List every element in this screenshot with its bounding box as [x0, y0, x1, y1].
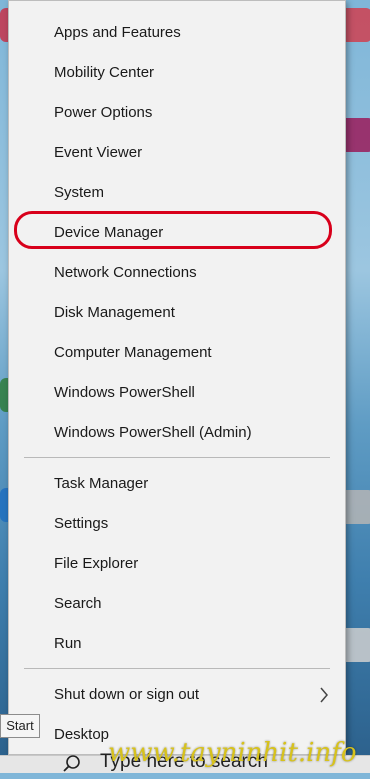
menu-item-network-connections[interactable]: Network Connections	[9, 253, 345, 293]
winx-context-menu: Apps and Features Mobility Center Power …	[8, 0, 346, 755]
menu-item-run[interactable]: Run	[9, 624, 345, 664]
menu-item-mobility-center[interactable]: Mobility Center	[9, 53, 345, 93]
menu-item-device-manager[interactable]: Device Manager	[9, 213, 345, 253]
menu-item-settings[interactable]: Settings	[9, 504, 345, 544]
menu-separator	[24, 457, 330, 458]
search-icon[interactable]	[62, 754, 82, 779]
menu-item-apps-and-features[interactable]: Apps and Features	[9, 13, 345, 53]
start-tooltip: Start	[0, 714, 40, 738]
menu-item-system[interactable]: System	[9, 173, 345, 213]
menu-item-file-explorer[interactable]: File Explorer	[9, 544, 345, 584]
menu-item-event-viewer[interactable]: Event Viewer	[9, 133, 345, 173]
menu-item-power-options[interactable]: Power Options	[9, 93, 345, 133]
menu-item-windows-powershell[interactable]: Windows PowerShell	[9, 373, 345, 413]
menu-item-label: Shut down or sign out	[54, 686, 200, 703]
watermark-text: www.tayninhit.info	[108, 738, 357, 768]
menu-item-search[interactable]: Search	[9, 584, 345, 624]
menu-separator	[24, 668, 330, 669]
menu-item-windows-powershell-admin[interactable]: Windows PowerShell (Admin)	[9, 413, 345, 453]
menu-item-computer-management[interactable]: Computer Management	[9, 333, 345, 373]
menu-item-shut-down-or-sign-out[interactable]: Shut down or sign out	[9, 675, 345, 715]
menu-item-task-manager[interactable]: Task Manager	[9, 464, 345, 504]
menu-item-disk-management[interactable]: Disk Management	[9, 293, 345, 333]
